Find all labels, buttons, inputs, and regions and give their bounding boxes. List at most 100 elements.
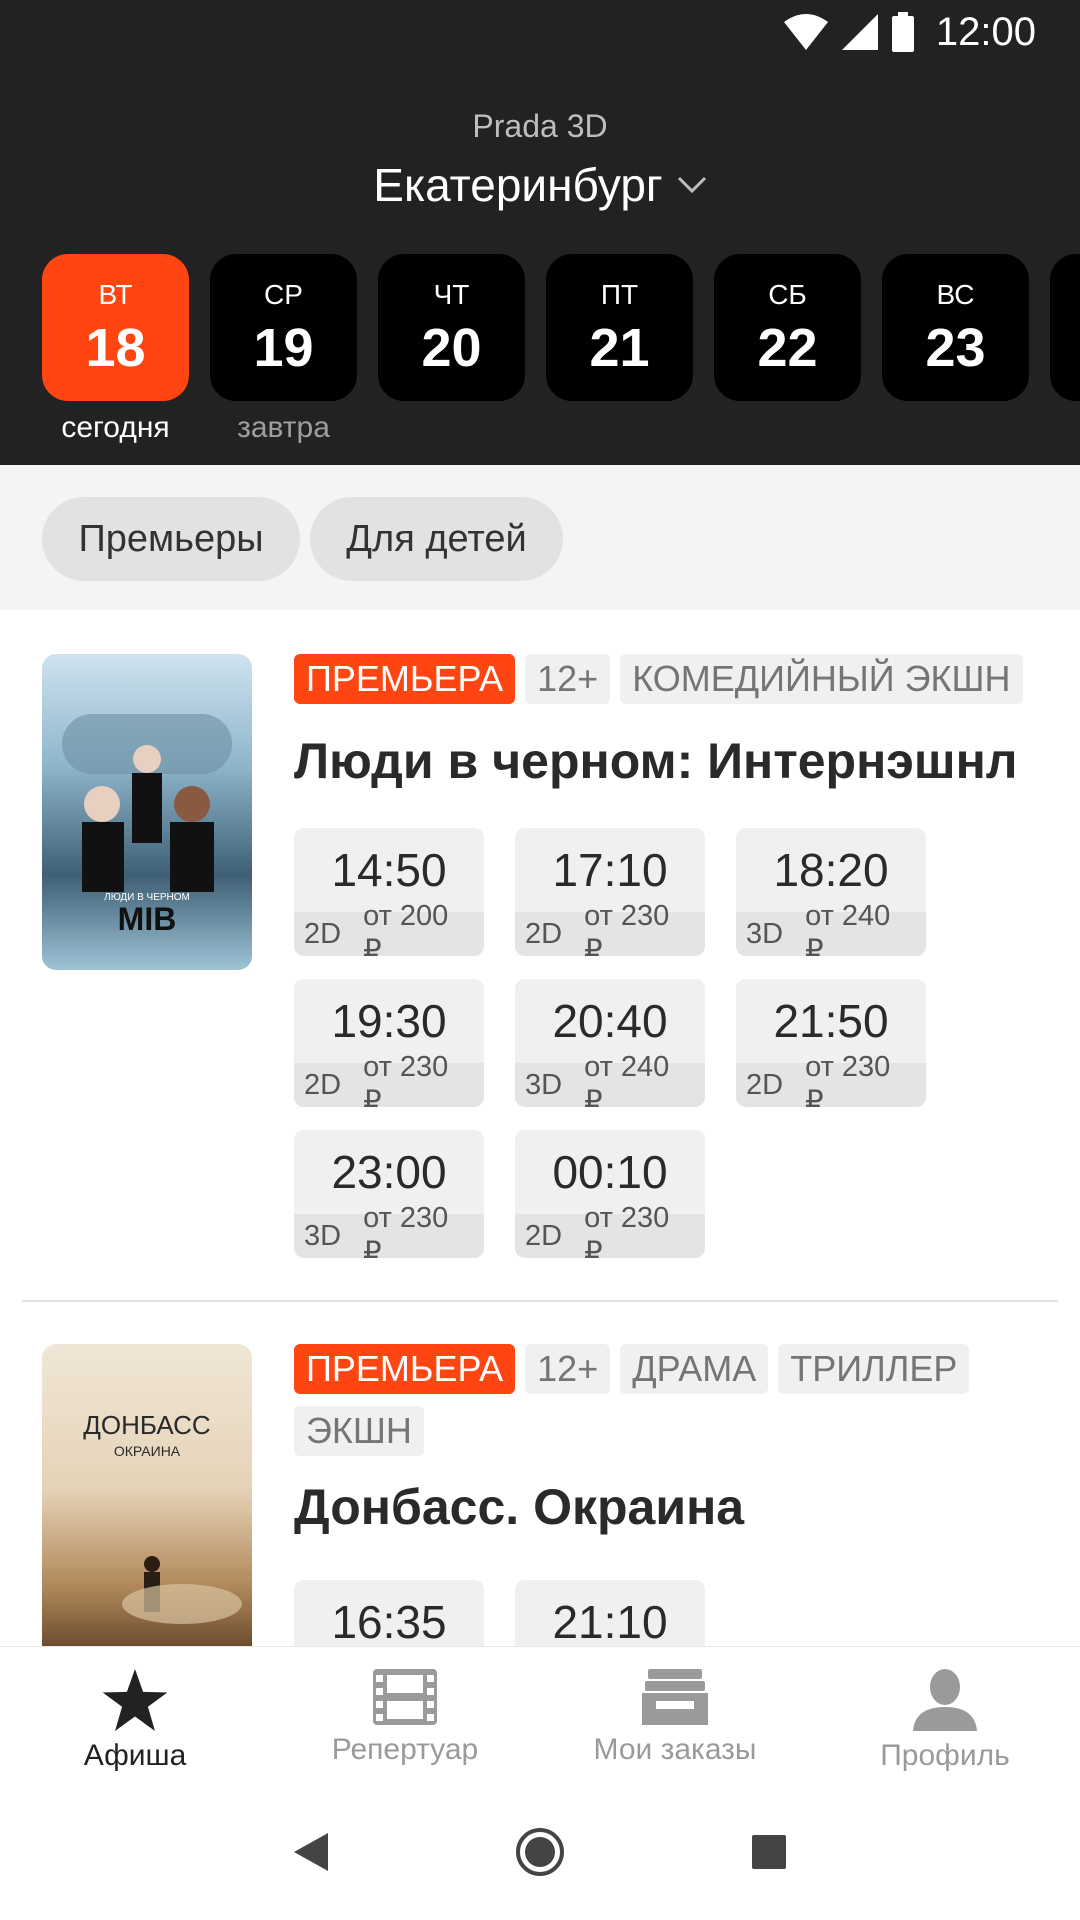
session-format: 3D	[525, 1068, 563, 1101]
date-picker: ВТ 18 сегодня СР 19 завтра ЧТ 20 ПТ 21 С…	[42, 254, 1080, 447]
date-box[interactable]	[1050, 254, 1080, 401]
tag-genre: ДРАМА	[620, 1344, 769, 1394]
date-box[interactable]: ПТ 21	[546, 254, 693, 401]
date-box[interactable]: ЧТ 20	[378, 254, 525, 401]
city-selector[interactable]: Екатеринбург	[0, 158, 1080, 212]
filter-chip-premieres[interactable]: Премьеры	[42, 497, 300, 581]
movie-card[interactable]: ЛЮДИ В ЧЕРНОМ MIB ПРЕМЬЕРА 12+ КОМЕДИЙНЫ…	[0, 610, 1080, 1300]
tag-genre: ТРИЛЛЕР	[778, 1344, 970, 1394]
nav-label: Мои заказы	[593, 1733, 757, 1766]
bottom-navigation: Афиша Репертуар Мои заказы Профиль	[0, 1646, 1080, 1784]
tickets-icon	[642, 1669, 708, 1725]
session-button[interactable]: 18:20 3D от 240 ₽	[736, 828, 926, 956]
session-format: 3D	[746, 917, 784, 950]
session-price: от 240 ₽	[805, 900, 891, 956]
date-number: 19	[253, 317, 314, 378]
film-icon	[373, 1669, 437, 1725]
session-button[interactable]: 16:35	[294, 1580, 484, 1646]
session-grid: 14:50 2D от 200 ₽ 17:10 2D от 230 ₽ 18:20 …	[294, 828, 1054, 1258]
session-price: от 200 ₽	[363, 900, 449, 956]
nav-orders[interactable]: Мои заказы	[540, 1647, 810, 1784]
date-caption: сегодня	[61, 411, 170, 444]
date-box-active[interactable]: ВТ 18	[42, 254, 189, 401]
tag-genre: ЭКШН	[294, 1406, 424, 1456]
date-caption: завтра	[237, 411, 330, 444]
session-button[interactable]: 19:30 2D от 230 ₽	[294, 979, 484, 1107]
date-item[interactable]: ВС 23	[882, 254, 1029, 447]
nav-afisha[interactable]: Афиша	[0, 1647, 270, 1784]
date-box[interactable]: СР 19	[210, 254, 357, 401]
date-item[interactable]: СБ 22	[714, 254, 861, 447]
session-price: от 230 ₽	[805, 1051, 891, 1107]
date-number: 23	[925, 317, 986, 378]
status-bar: 12:00	[0, 0, 1080, 64]
nav-label: Репертуар	[331, 1733, 479, 1766]
tag-premiere: ПРЕМЬЕРА	[294, 1344, 516, 1394]
movie-title[interactable]: Люди в черном: Интернэшнл	[294, 732, 1018, 790]
date-box[interactable]: ВС 23	[882, 254, 1029, 401]
nav-label: Профиль	[880, 1739, 1010, 1772]
chevron-down-icon	[677, 176, 706, 194]
tag-age: 12+	[525, 654, 611, 704]
session-button[interactable]: 21:50 2D от 230 ₽	[736, 979, 926, 1107]
date-weekday: ВС	[936, 278, 975, 310]
session-format: 2D	[304, 1068, 342, 1101]
movie-card[interactable]: ДОНБАСС ОКРАИНА ПРЕМЬЕРА 12+ ДРАМА ТРИЛЛ…	[0, 1302, 1080, 1646]
date-number: 18	[85, 317, 146, 378]
date-item[interactable]: ВТ 18 сегодня	[42, 254, 189, 447]
filter-bar: Премьеры Для детей	[0, 465, 1080, 610]
status-time: 12:00	[935, 9, 1036, 54]
date-item[interactable]: ЧТ 20	[378, 254, 525, 447]
poster-subtitle: ОКРАИНА	[114, 1443, 181, 1459]
date-number: 20	[421, 317, 482, 378]
session-time: 16:35	[294, 1580, 484, 1646]
filter-chip-kids[interactable]: Для детей	[310, 497, 563, 581]
signal-icon	[841, 14, 878, 50]
tag-genre: КОМЕДИЙНЫЙ ЭКШН	[620, 654, 1023, 704]
session-price: от 230 ₽	[363, 1202, 449, 1258]
date-weekday: ПТ	[600, 278, 639, 310]
battery-icon	[891, 12, 914, 52]
date-number: 22	[757, 317, 818, 378]
session-format: 2D	[304, 917, 342, 950]
date-item[interactable]: СР 19 завтра	[210, 254, 357, 447]
date-item[interactable]: ПТ 21	[546, 254, 693, 447]
session-button[interactable]: 14:50 2D от 200 ₽	[294, 828, 484, 956]
tag-list: ПРЕМЬЕРА 12+ ДРАМА ТРИЛЛЕР ЭКШН	[294, 1344, 1054, 1456]
session-format: 3D	[304, 1219, 342, 1252]
date-weekday: СБ	[768, 278, 807, 310]
movie-poster[interactable]: ДОНБАСС ОКРАИНА	[42, 1344, 252, 1646]
date-item-partial[interactable]	[1050, 254, 1080, 447]
header: 12:00 Prada 3D Екатеринбург ВТ 18 сегодн…	[0, 0, 1080, 465]
session-button[interactable]: 20:40 3D от 240 ₽	[515, 979, 705, 1107]
home-icon[interactable]	[515, 1827, 565, 1877]
session-button[interactable]: 17:10 2D от 230 ₽	[515, 828, 705, 956]
recents-icon[interactable]	[752, 1835, 787, 1869]
session-button[interactable]: 00:10 2D от 230 ₽	[515, 1130, 705, 1258]
system-navigation	[0, 1784, 1080, 1920]
session-button[interactable]: 23:00 3D от 230 ₽	[294, 1130, 484, 1258]
movie-poster[interactable]: ЛЮДИ В ЧЕРНОМ MIB	[42, 654, 252, 970]
poster-illustration: ДОНБАСС ОКРАИНА	[83, 1410, 242, 1624]
date-box[interactable]: СБ 22	[714, 254, 861, 401]
session-price: от 230 ₽	[363, 1051, 449, 1107]
session-price: от 230 ₽	[584, 1202, 670, 1258]
session-price: от 240 ₽	[584, 1051, 670, 1107]
back-icon[interactable]	[293, 1833, 328, 1871]
star-icon	[102, 1669, 168, 1731]
session-price: от 230 ₽	[584, 900, 670, 956]
session-format: 2D	[525, 917, 563, 950]
date-weekday: ЧТ	[433, 278, 470, 310]
wifi-icon	[783, 14, 828, 50]
poster-title: ДОНБАСС	[83, 1410, 210, 1440]
session-format: 2D	[746, 1068, 784, 1101]
tag-age: 12+	[525, 1344, 611, 1394]
nav-profile[interactable]: Профиль	[810, 1647, 1080, 1784]
nav-repertoire[interactable]: Репертуар	[270, 1647, 540, 1784]
session-grid: 16:35 21:10	[294, 1580, 1054, 1646]
session-button[interactable]: 21:10	[515, 1580, 705, 1646]
city-name: Екатеринбург	[373, 159, 663, 211]
user-icon	[913, 1669, 977, 1731]
movie-title[interactable]: Донбасс. Окраина	[294, 1478, 744, 1536]
session-time: 21:10	[515, 1580, 705, 1646]
